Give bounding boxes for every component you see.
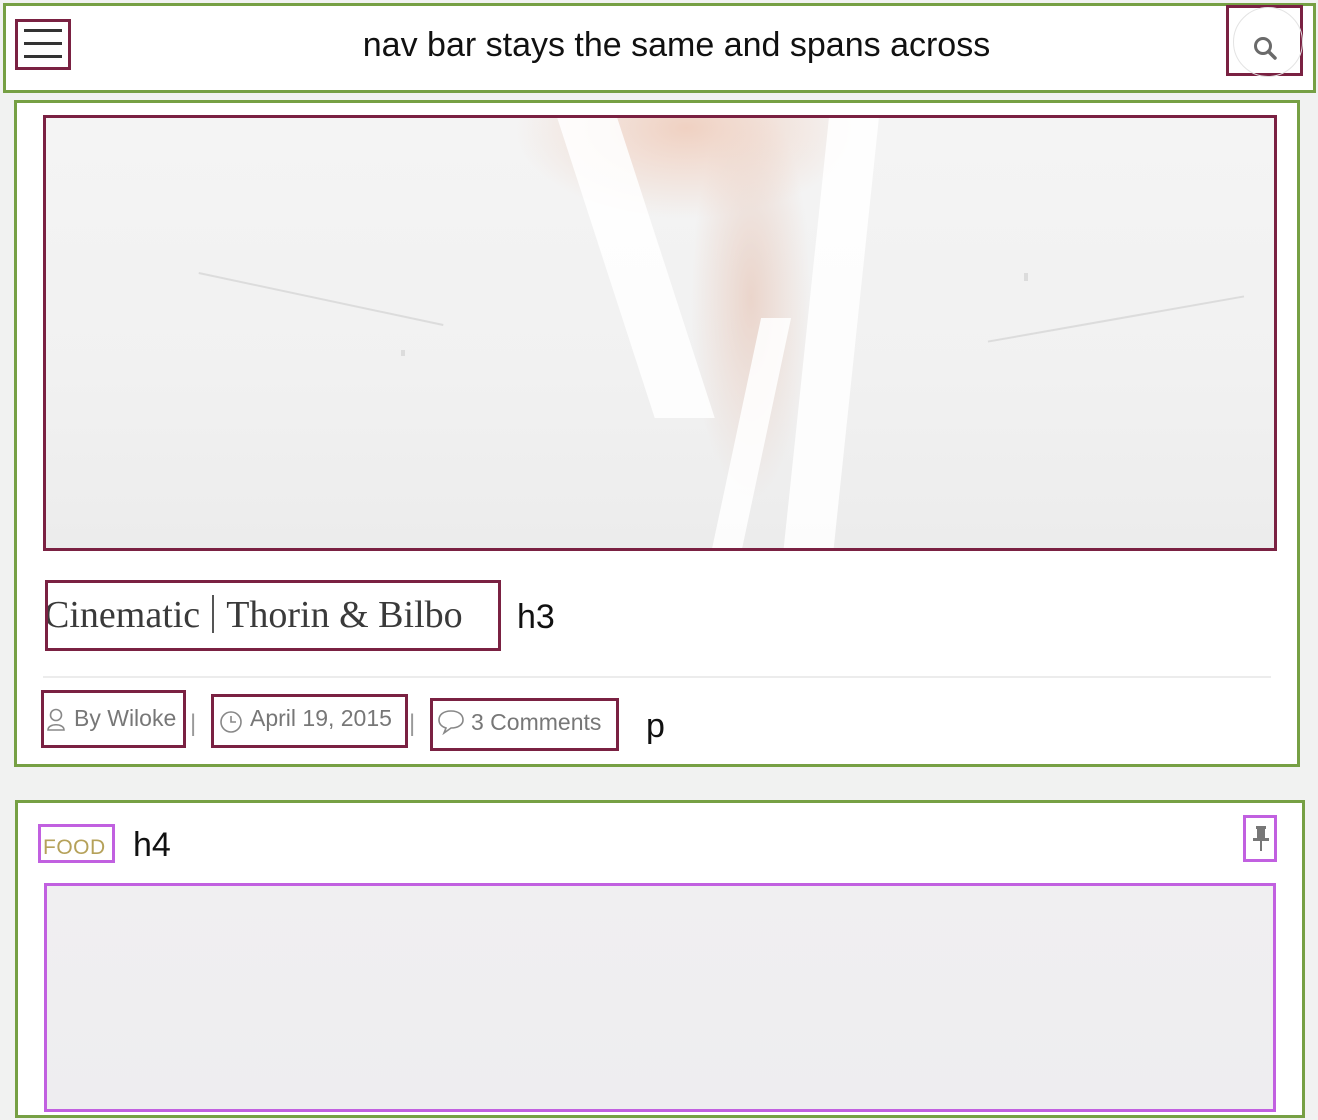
nav-title: nav bar stays the same and spans across (362, 26, 991, 64)
category-badge[interactable]: FOOD (38, 824, 115, 863)
h3-label: h3 (517, 598, 555, 636)
pin-icon (1253, 826, 1269, 851)
post-title-left: Cinematic (45, 594, 201, 636)
pin-button[interactable] (1243, 815, 1277, 862)
speech-bubble-icon (438, 710, 464, 735)
featured-image[interactable] (43, 115, 1277, 551)
meta-separator: | (190, 710, 197, 737)
meta-separator: | (409, 710, 416, 737)
post-title[interactable]: Cinematic Thorin & Bilbo (45, 580, 501, 651)
p-label: p (646, 707, 665, 745)
clock-icon (220, 711, 242, 733)
author-link[interactable]: By Wiloke (41, 690, 186, 748)
user-icon (47, 708, 65, 731)
comments-link[interactable]: 3 Comments (430, 698, 619, 751)
divider (43, 676, 1271, 678)
date-link[interactable]: April 19, 2015 (211, 694, 408, 748)
featured-image[interactable] (44, 883, 1276, 1112)
search-button[interactable] (1226, 5, 1303, 77)
post-title-right: Thorin & Bilbo (226, 594, 463, 636)
h4-label: h4 (133, 826, 171, 864)
search-icon (1254, 37, 1277, 60)
